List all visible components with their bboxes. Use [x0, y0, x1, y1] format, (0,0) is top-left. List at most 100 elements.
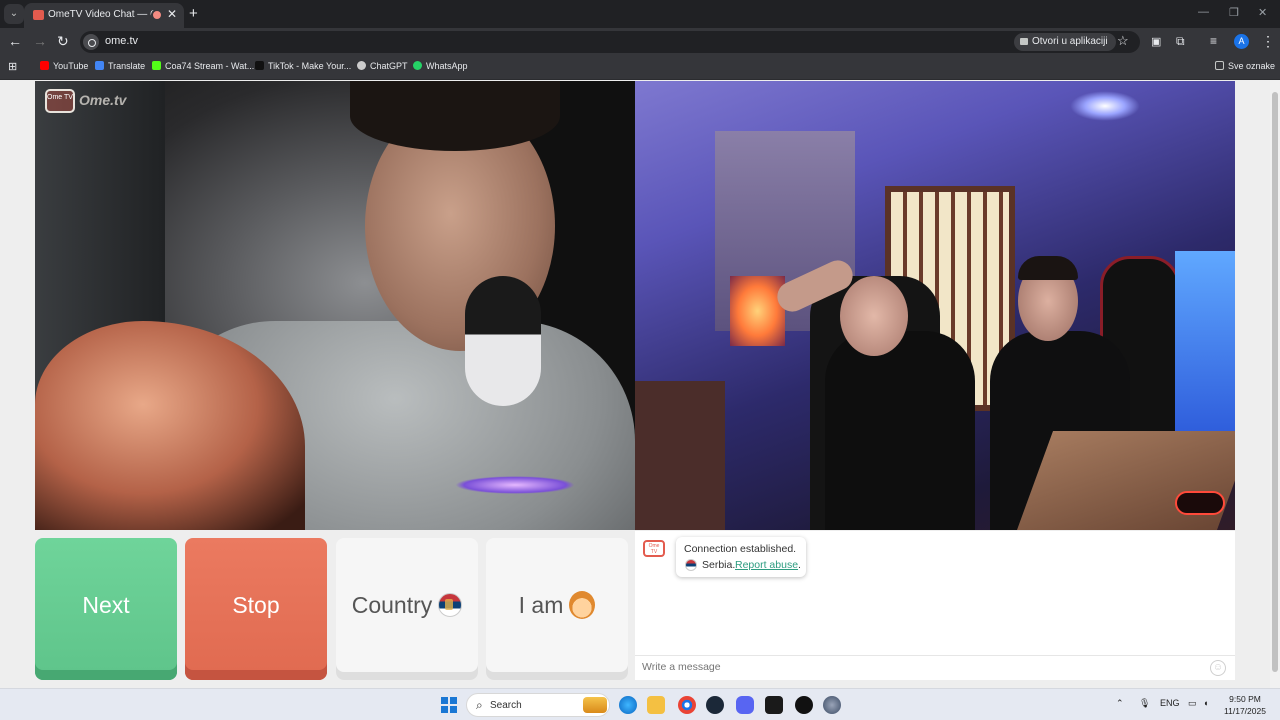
- search-icon: ⌕: [476, 698, 483, 712]
- connection-status-text: Connection established.: [684, 543, 797, 555]
- microphone-icon[interactable]: 🎙: [1139, 698, 1150, 709]
- taskbar-clock[interactable]: 9:50 PM 11/17/2025: [1222, 693, 1268, 717]
- person-right-hair: [1018, 256, 1078, 280]
- settings-icon[interactable]: [823, 696, 841, 714]
- search-highlight-icon: [583, 697, 607, 713]
- capcut-icon[interactable]: [765, 696, 783, 714]
- volume-icon[interactable]: ◖: [1203, 698, 1208, 708]
- chat-panel: Ome TV Connection established. Serbia. R…: [635, 531, 1235, 680]
- recording-indicator-icon: [151, 9, 163, 21]
- extension-icon[interactable]: ▣: [1151, 35, 1161, 48]
- bookmark-kick[interactable]: Coa74 Stream - Wat...: [152, 61, 254, 71]
- extensions-puzzle-icon[interactable]: ⧉: [1176, 34, 1185, 49]
- url-text[interactable]: ome.tv: [105, 35, 138, 47]
- ceiling-light-shape: [1070, 91, 1140, 121]
- bookmark-label: TikTok - Make Your...: [268, 61, 352, 71]
- taskbar-search-label: Search: [490, 700, 522, 711]
- report-abuse-label[interactable]: Report abuse: [735, 559, 798, 571]
- next-button[interactable]: Next: [35, 538, 177, 680]
- close-window-icon[interactable]: ✕: [1258, 6, 1267, 19]
- gender-button[interactable]: I am: [486, 538, 628, 680]
- new-tab-button[interactable]: +: [189, 5, 198, 22]
- serbia-flag-icon: [685, 559, 697, 571]
- mouse-shape: [1175, 491, 1225, 515]
- site-info-icon[interactable]: [83, 34, 99, 50]
- obs-icon[interactable]: [795, 696, 813, 714]
- scroll-thumb[interactable]: [1272, 92, 1278, 672]
- bookmark-label: ChatGPT: [370, 61, 408, 71]
- remote-video: [635, 81, 1235, 530]
- restore-icon[interactable]: ❐: [1229, 6, 1239, 19]
- network-icon[interactable]: ▭: [1188, 698, 1197, 709]
- local-video: Ome TV Ome.tv: [35, 81, 635, 530]
- language-indicator[interactable]: ENG: [1160, 698, 1180, 708]
- hair-shape: [350, 81, 560, 151]
- bookmark-star-icon[interactable]: ☆: [1117, 33, 1129, 49]
- partner-country-text: Serbia.: [702, 559, 736, 571]
- bookmark-tiktok[interactable]: TikTok - Make Your...: [255, 61, 351, 71]
- browser-toolbar: ← → ↻ ome.tv Otvori u aplikaciji ☆ ▣ ⧉ ≡…: [0, 28, 1280, 56]
- ometv-favicon-icon: [33, 10, 44, 20]
- bookmark-youtube[interactable]: YouTube: [40, 61, 88, 71]
- open-in-app-button[interactable]: Otvori u aplikaciji: [1014, 33, 1116, 51]
- tab-search-icon[interactable]: ⌄: [4, 4, 24, 24]
- microphone-shape: [465, 276, 541, 406]
- translate-icon: [95, 61, 104, 70]
- all-bookmarks-label: Sve oznake: [1228, 61, 1276, 71]
- taskbar-search[interactable]: ⌕ Search: [466, 693, 610, 717]
- blue-light-shape: [1175, 251, 1235, 451]
- system-message-bubble: Connection established. Serbia. Report a…: [676, 537, 806, 577]
- bookmark-whatsapp[interactable]: WhatsApp: [413, 61, 468, 71]
- steam-icon[interactable]: [706, 696, 724, 714]
- country-label: Country: [351, 592, 433, 618]
- report-abuse-period: .: [798, 559, 801, 571]
- country-button[interactable]: Country: [336, 538, 478, 680]
- edge-icon[interactable]: [619, 696, 637, 714]
- windows-taskbar: ⌕ Search ⌃ 🎙 ENG ▭ ◖ 9:50 PM 11/17/2025: [0, 688, 1280, 720]
- bookmark-label: Coa74 Stream - Wat...: [165, 61, 255, 71]
- bookmark-translate[interactable]: Translate: [95, 61, 145, 71]
- serbia-flag-icon: [438, 593, 463, 617]
- mic-light-shape: [455, 476, 575, 494]
- bookmarks-bar: ⊞ YouTube Translate Coa74 Stream - Wat..…: [0, 56, 1280, 80]
- iam-label: I am: [518, 592, 564, 618]
- emoji-icon[interactable]: ☺: [1210, 660, 1226, 676]
- back-icon[interactable]: ←: [8, 33, 22, 49]
- windows-start-icon[interactable]: [440, 696, 458, 714]
- apps-grid-icon[interactable]: ⊞: [8, 60, 17, 73]
- whatsapp-icon: [413, 61, 422, 70]
- ometv-chat-logo-icon: Ome TV: [643, 540, 665, 557]
- file-explorer-icon[interactable]: [647, 696, 665, 714]
- forward-icon[interactable]: →: [33, 33, 47, 49]
- discord-icon[interactable]: [736, 696, 754, 714]
- browser-tab[interactable]: OmeTV Video Chat — Omegle ✕: [24, 3, 184, 28]
- close-tab-icon[interactable]: ✕: [167, 7, 177, 21]
- media-control-icon[interactable]: ≡: [1210, 34, 1217, 48]
- menu-kebab-icon[interactable]: ⋮: [1261, 33, 1275, 50]
- reload-icon[interactable]: ↻: [57, 33, 69, 50]
- tiktok-icon: [255, 61, 264, 70]
- tray-chevron-icon[interactable]: ⌃: [1116, 698, 1124, 709]
- bookmark-label: WhatsApp: [426, 61, 468, 71]
- page-scrollbar[interactable]: [1270, 80, 1280, 688]
- tab-strip: ⌄ OmeTV Video Chat — Omegle ✕ + — ❐ ✕: [0, 0, 1280, 28]
- chatgpt-icon: [357, 61, 366, 70]
- woman-emoji-icon: [569, 591, 596, 619]
- message-input[interactable]: [642, 661, 1182, 673]
- tab-title: OmeTV Video Chat — Omegle: [48, 9, 156, 20]
- address-bar[interactable]: ome.tv Otvori u aplikaciji ☆: [80, 31, 1140, 53]
- bookmark-chatgpt[interactable]: ChatGPT: [357, 61, 408, 71]
- clock-time: 9:50 PM: [1229, 694, 1261, 704]
- chrome-icon[interactable]: [678, 696, 696, 714]
- minimize-icon[interactable]: —: [1198, 6, 1209, 18]
- report-abuse-link[interactable]: Report abuse.: [735, 559, 801, 571]
- message-bar: ☺: [635, 655, 1235, 680]
- profile-avatar[interactable]: A: [1234, 34, 1249, 49]
- clock-date: 11/17/2025: [1224, 706, 1266, 716]
- desk-shape: [1016, 431, 1235, 530]
- kick-icon: [152, 61, 161, 70]
- person-left-shirt: [825, 331, 975, 530]
- all-bookmarks[interactable]: Sve oznake: [1215, 61, 1275, 71]
- stop-button[interactable]: Stop: [185, 538, 327, 680]
- ometv-logo-text: Ome.tv: [79, 92, 127, 108]
